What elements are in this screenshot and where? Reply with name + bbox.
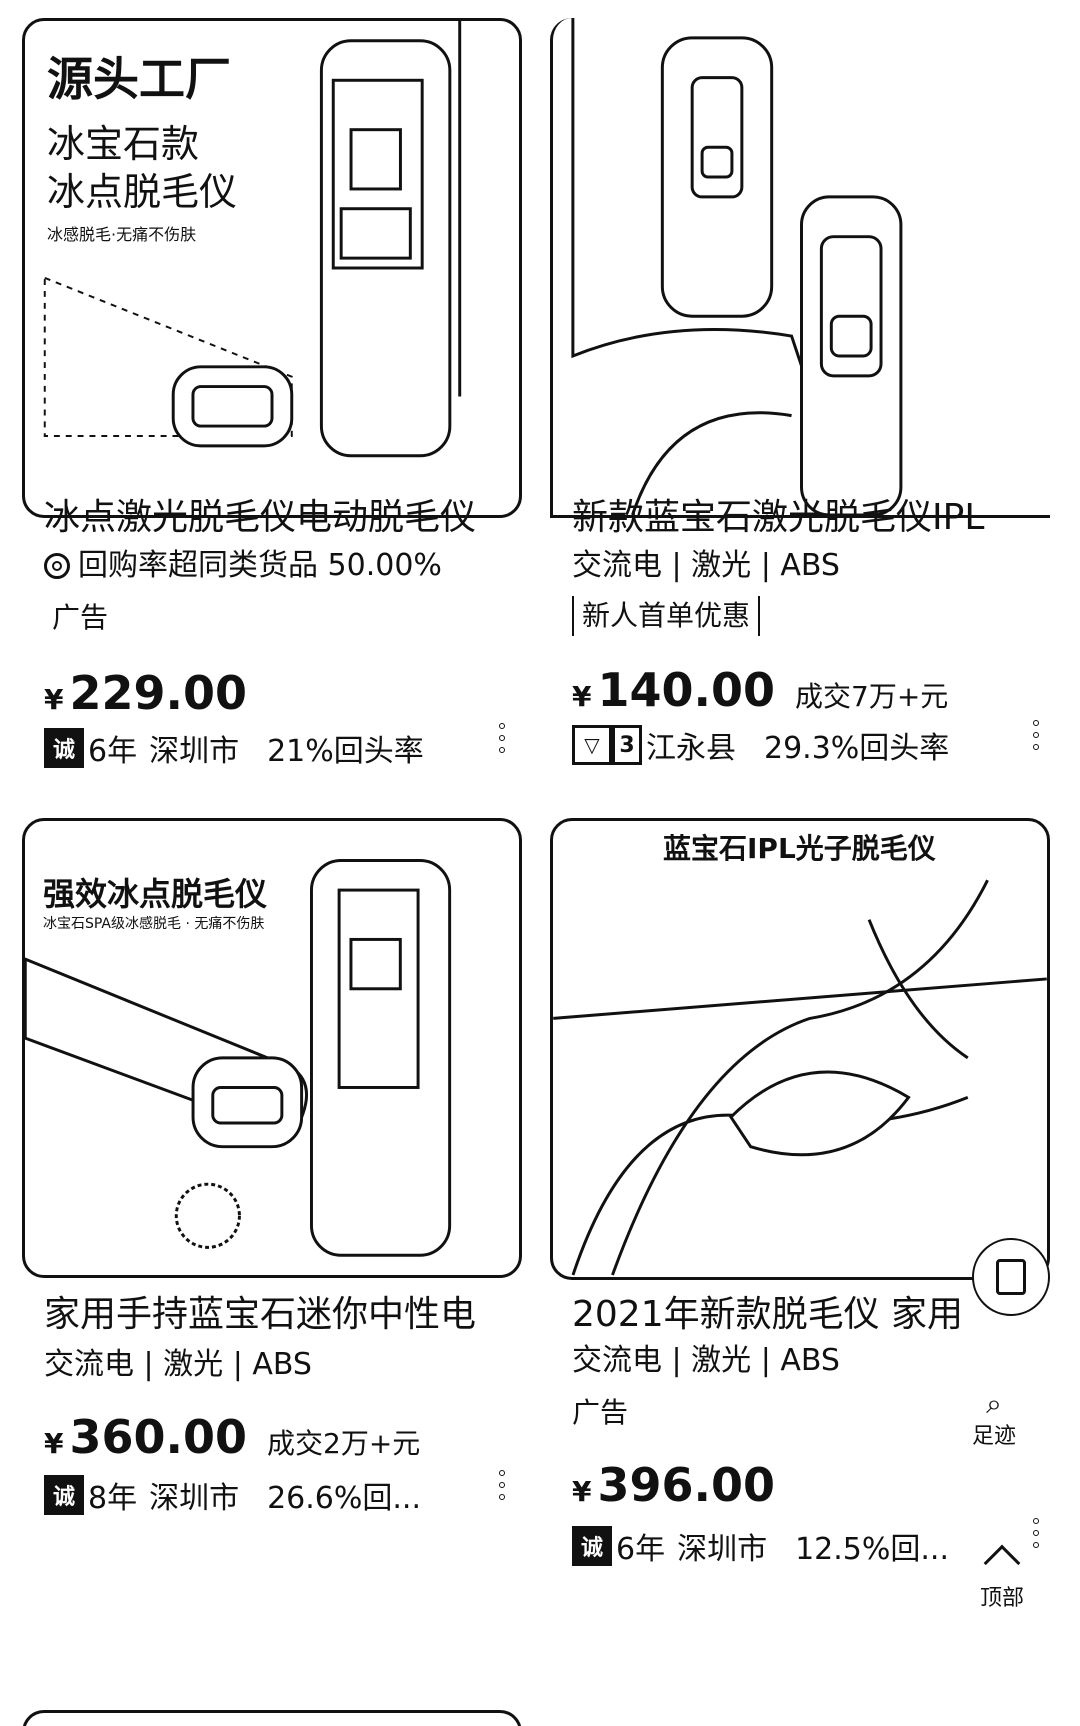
currency-symbol: ¥	[572, 680, 592, 713]
image-headline: 蓝宝石IPL光子脱毛仪	[663, 832, 936, 865]
image-headline: 源头工厂	[47, 52, 231, 106]
integrity-badge: 诚	[44, 728, 84, 768]
footprint-label: 足迹	[972, 1424, 1017, 1449]
price: ¥ 396.00	[572, 1458, 775, 1512]
top-label: 顶部	[980, 1586, 1025, 1611]
deal-volume: 成交7万+元	[795, 680, 949, 713]
product-image[interactable]: 源头工厂 冰宝石款 冰点脱毛仪 冰感脱毛·无痛不伤肤	[22, 18, 522, 518]
seller-city: 江永县	[646, 731, 736, 766]
integrity-badge: 诚	[44, 1475, 84, 1515]
product-card[interactable]: 源头工厂 冰宝石款 冰点脱毛仪 冰感脱毛·无痛不伤肤 冰点激光脱毛仪电动脱毛仪 …	[22, 18, 522, 798]
product-info: 交流电 | 激光 | ABS	[572, 1343, 840, 1378]
seller-info[interactable]: 诚 6年 深圳市 12.5%回...	[572, 1524, 949, 1568]
product-title[interactable]: 新款蓝宝石激光脱毛仪IPL	[572, 496, 1042, 540]
seller-info[interactable]: 诚 8年 深圳市 26.6%回...	[44, 1473, 421, 1517]
product-image[interactable]	[550, 18, 1050, 518]
more-dots-icon[interactable]	[490, 1470, 514, 1500]
product-image[interactable]: 强效冰点脱毛仪 冰宝石SPA级冰感脱毛 · 无痛不伤肤	[22, 818, 522, 1278]
price-value: 396.00	[597, 1458, 775, 1512]
seller-years: 6年	[616, 1532, 666, 1567]
product-card[interactable]: 蓝宝石IPL光子脱毛仪 2021年新款脱毛仪 家用 交流电 | 激光 | ABS…	[550, 818, 1050, 1718]
currency-symbol: ¥	[44, 683, 64, 716]
promo-tag: 新人首单优惠	[572, 596, 761, 636]
product-info: 交流电 | 激光 | ABS	[44, 1347, 312, 1382]
product-info: 交流电 | 激光 | ABS	[572, 548, 840, 583]
seller-years: 6年	[88, 734, 138, 769]
seller-level-icon: ▽	[572, 725, 612, 765]
note-icon[interactable]	[972, 1238, 1050, 1316]
product-photo-illustration	[553, 879, 1047, 1276]
footprint-icon: ⌕	[986, 1387, 1002, 1420]
seller-level-badge: 3	[612, 725, 642, 765]
back-to-top-button[interactable]: 顶部	[980, 1540, 1024, 1612]
seller-city: 深圳市	[677, 1532, 768, 1567]
seller-info[interactable]: 诚 6年 深圳市 21%回头率	[44, 726, 424, 770]
price-value: 229.00	[69, 666, 247, 720]
price-value: 360.00	[69, 1410, 247, 1464]
product-title[interactable]: 冰点激光脱毛仪电动脱毛仪	[44, 496, 514, 540]
repurchase-icon	[44, 553, 70, 579]
product-title[interactable]: 2021年新款脱毛仪 家用	[572, 1293, 962, 1337]
seller-city: 深圳市	[149, 734, 240, 769]
image-subheadline: 冰宝石款	[47, 122, 200, 166]
price: ¥ 360.00 成交2万+元	[44, 1410, 420, 1464]
image-subheadline: 冰点脱毛仪	[47, 170, 238, 214]
seller-info[interactable]: ▽ 3 江永县 29.3%回头率	[572, 723, 949, 767]
price: ¥ 229.00	[44, 666, 247, 720]
product-card[interactable]: 强效冰点脱毛仪 冰宝石SPA级冰感脱毛 · 无痛不伤肤 家用手持蓝宝石迷你中性电…	[22, 818, 522, 1598]
currency-symbol: ¥	[44, 1427, 64, 1460]
more-dots-icon[interactable]	[1024, 1518, 1048, 1548]
repeat-rate: 12.5%回...	[795, 1532, 950, 1567]
ad-tag: 广告	[52, 601, 109, 634]
currency-symbol: ¥	[572, 1475, 592, 1508]
integrity-badge: 诚	[572, 1526, 612, 1566]
image-caption: 冰感脱毛·无痛不伤肤	[47, 225, 197, 244]
chevron-up-icon	[983, 1544, 1021, 1582]
product-title[interactable]: 家用手持蓝宝石迷你中性电	[44, 1293, 514, 1337]
ad-tag: 广告	[572, 1396, 629, 1429]
product-photo-illustration	[571, 18, 903, 515]
more-dots-icon[interactable]	[490, 723, 514, 753]
seller-city: 深圳市	[149, 1481, 240, 1516]
image-headline: 强效冰点脱毛仪	[43, 875, 268, 913]
repurchase-text: 回购率超同类货品 50.00%	[78, 548, 442, 583]
repeat-rate: 29.3%回头率	[764, 731, 950, 766]
product-image[interactable]: 蓝宝石IPL光子脱毛仪	[550, 818, 1050, 1280]
repeat-rate: 21%回头率	[267, 734, 424, 769]
price: ¥ 140.00 成交7万+元	[572, 663, 948, 717]
next-card-edge	[22, 1710, 522, 1726]
product-info: 回购率超同类货品 50.00%	[44, 546, 514, 586]
seller-years: 8年	[88, 1481, 138, 1516]
deal-volume: 成交2万+元	[267, 1427, 421, 1460]
image-caption: 冰宝石SPA级冰感脱毛 · 无痛不伤肤	[43, 916, 265, 932]
more-dots-icon[interactable]	[1024, 720, 1048, 750]
repeat-rate: 26.6%回...	[267, 1481, 422, 1516]
product-card[interactable]: 新款蓝宝石激光脱毛仪IPL 交流电 | 激光 | ABS 新人首单优惠 ¥ 14…	[550, 18, 1050, 798]
footprint-button[interactable]: ⌕ 足迹	[972, 1390, 1016, 1450]
price-value: 140.00	[597, 663, 775, 717]
